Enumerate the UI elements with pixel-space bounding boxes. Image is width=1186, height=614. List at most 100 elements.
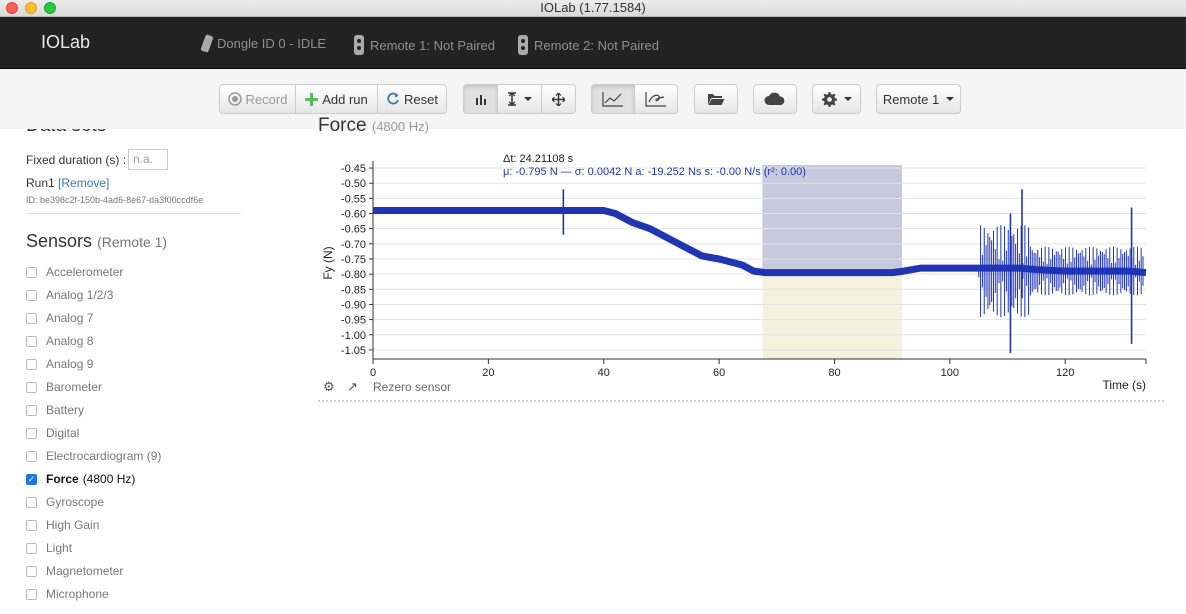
sensor-item[interactable]: Analog 9 [26,355,93,373]
sensor-item[interactable]: Analog 8 [26,332,93,350]
reset-button[interactable]: Reset [377,84,447,114]
plus-icon [305,92,319,106]
dongle-status-label: Dongle ID 0 - IDLE [217,36,327,51]
y-tick-label: -0.65 [341,224,366,236]
y-tick-label: -0.85 [341,284,366,296]
y-tick-label: -0.80 [341,269,366,281]
sensor-item[interactable]: Digital [26,424,79,442]
remote-icon [354,35,364,55]
cloud-button[interactable] [753,84,797,114]
x-axis-label: Time (s) [1102,378,1146,392]
dongle-status[interactable]: Dongle ID 0 - IDLE [200,34,327,53]
sensor-checkbox[interactable] [26,450,37,462]
fixed-duration-input[interactable]: n.a. [128,149,168,170]
y-tick-label: -0.95 [341,315,366,327]
remote-select-label: Remote 1 [882,91,940,107]
minimize-window-button[interactable] [25,2,37,14]
toolbar: Record Add run Reset Remote 1 [0,69,1186,129]
move-icon [552,92,565,106]
add-run-label: Add run [322,91,368,107]
data-sets-heading: Data sets [26,129,106,137]
window-title: IOLab (1.77.1584) [540,0,646,15]
record-button[interactable]: Record [219,84,296,114]
sensor-checkbox[interactable] [26,381,37,393]
sensor-checkbox[interactable] [26,335,37,347]
x-tick-label: 120 [1056,367,1074,379]
sensor-label: Barometer [46,380,103,394]
force-chart[interactable]: -0.45 -0.50 -0.55 -0.60 -0.65 -0.70 -0.75 -0.80… [318,129,1186,409]
fixed-duration-label: Fixed duration (s) : [26,153,127,167]
sensor-label: Electrocardiogram (9) [46,449,162,463]
y-tick-label: -0.70 [341,239,366,251]
sensor-label: Accelerometer [46,265,124,279]
sensor-label: Battery [46,403,85,417]
divider [26,213,241,214]
reset-label: Reset [404,91,438,107]
sensor-checkbox[interactable] [26,358,37,370]
top-navbar: IOLab Dongle ID 0 - IDLE Remote 1: Not P… [0,17,1186,69]
sensor-checkbox[interactable] [26,404,37,416]
sensor-label: Light [46,541,73,555]
sensor-item[interactable]: Battery [26,401,84,419]
rezero-sensor-link[interactable]: Rezero sensor [373,380,451,394]
sensor-item[interactable]: Analog 7 [26,309,93,327]
sensor-checkbox[interactable]: ✓ [26,473,37,485]
y-tick-label: -0.55 [341,193,366,205]
stats-dt: Δt: 24.21108 s [503,153,574,165]
sensor-checkbox[interactable] [26,496,37,508]
run-name: Run1 [26,176,55,190]
remote-select-button[interactable]: Remote 1 [876,84,961,114]
sensors-subtitle: (Remote 1) [97,234,168,250]
settings-dropdown-button[interactable] [812,84,861,114]
remote1-status[interactable]: Remote 1: Not Paired [354,35,495,55]
sensor-item[interactable]: Magnetometer [26,562,123,580]
app-brand[interactable]: IOLab [41,32,90,53]
sensor-item[interactable]: Gyroscope [26,493,104,511]
sensor-item[interactable]: ✓ Force (4800 Hz) [26,470,135,488]
vertical-scale-button[interactable] [497,84,542,114]
external-link-icon[interactable]: ↗ [347,379,358,394]
bar-chart-mode-button[interactable] [463,84,498,114]
sensor-item[interactable]: Microphone [26,585,109,603]
sensor-checkbox[interactable] [26,565,37,577]
xy-plot-button[interactable] [634,84,678,114]
sensor-item[interactable]: Analog 1/2/3 [26,286,113,304]
y-tick-label: -1.05 [341,345,366,357]
sensor-checkbox[interactable] [26,289,37,301]
run-id: ID: be398c2f-150b-4ad6-8e67-da3f00ccdf6e [26,195,204,205]
remote2-status[interactable]: Remote 2: Not Paired [518,35,659,55]
sensors-title: Sensors [26,231,93,251]
sensor-checkbox[interactable] [26,519,37,531]
sensor-item[interactable]: Accelerometer [26,263,123,281]
y-tick-label: -0.75 [341,254,366,266]
remove-run-link[interactable]: [Remove] [58,176,109,190]
sensor-label: Analog 8 [46,334,94,348]
sensor-label: High Gain [46,518,100,532]
x-tick-label: 60 [713,367,725,379]
sensor-item[interactable]: Barometer [26,378,102,396]
run-item: Run1 [Remove] [26,176,109,190]
sensor-checkbox[interactable] [26,312,37,324]
sensor-label: Analog 9 [46,357,94,371]
cloud-icon [764,92,785,105]
sensor-item[interactable]: High Gain [26,516,99,534]
close-window-button[interactable] [6,2,18,14]
sensor-checkbox[interactable] [26,427,37,439]
y-tick-label: -0.60 [341,209,366,221]
pan-button[interactable] [541,84,576,114]
maximize-window-button[interactable] [44,2,56,14]
sensor-rate: (4800 Hz) [82,472,136,486]
sensor-checkbox[interactable] [26,266,37,278]
gear-icon[interactable]: ⚙ [323,379,335,394]
chevron-down-icon [524,97,532,101]
y-tick-label: -1.00 [341,330,366,342]
add-run-button[interactable]: Add run [295,84,378,114]
remote1-status-label: Remote 1: Not Paired [370,37,496,53]
x-tick-label: 40 [598,367,610,379]
open-file-button[interactable] [694,84,738,114]
sensor-item[interactable]: Light [26,539,72,557]
sensor-checkbox[interactable] [26,542,37,554]
sensor-item[interactable]: Electrocardiogram (9) [26,447,161,465]
time-plot-button[interactable] [591,84,635,114]
sensor-checkbox[interactable] [26,588,37,600]
